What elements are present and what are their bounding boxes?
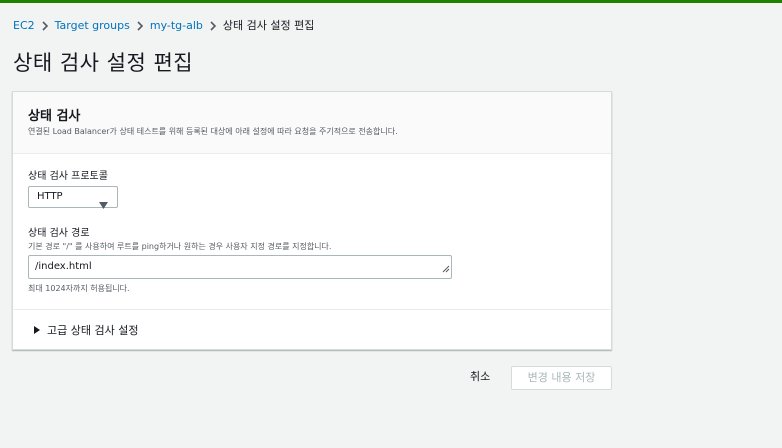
protocol-label: 상태 검사 프로토콜 [28, 171, 108, 182]
path-description: 기본 경로 "/" 를 사용하여 루트를 ping하거나 원하는 경우 사용자 … [28, 242, 332, 251]
resize-grip-icon[interactable] [441, 258, 450, 277]
chevron-right-icon [130, 19, 150, 32]
save-changes-button[interactable]: 변경 내용 저장 [511, 366, 612, 390]
path-length-hint: 최대 1024자까지 허용됩니다. [28, 284, 130, 293]
top-accent-bar [0, 0, 782, 3]
page-title: 상태 검사 설정 편집 [13, 51, 194, 75]
breadcrumb: EC2 Target groups my-tg-alb 상태 검사 설정 편집 [13, 16, 314, 34]
panel-description: 연결된 Load Balancer가 상태 테스트를 위해 등록된 대상에 아래… [28, 127, 398, 136]
breadcrumb-target-group[interactable]: my-tg-alb [150, 19, 203, 32]
panel-title: 상태 검사 [28, 109, 81, 124]
caret-right-icon [34, 326, 40, 334]
caret-down-icon [99, 194, 108, 213]
health-check-panel: 상태 검사 연결된 Load Balancer가 상태 테스트를 위해 등록된 … [12, 91, 612, 350]
chevron-right-icon [203, 19, 223, 32]
advanced-settings-toggle[interactable]: 고급 상태 검사 설정 [34, 322, 138, 338]
breadcrumb-current: 상태 검사 설정 편집 [222, 19, 315, 32]
chevron-right-icon [35, 19, 55, 32]
health-check-path-input[interactable]: /index.html [28, 255, 452, 279]
path-label: 상태 검사 경로 [28, 228, 90, 239]
breadcrumb-target-groups[interactable]: Target groups [55, 19, 130, 32]
divider [13, 309, 611, 310]
panel-header: 상태 검사 연결된 Load Balancer가 상태 테스트를 위해 등록된 … [13, 92, 611, 154]
cancel-button[interactable]: 취소 [470, 368, 490, 386]
breadcrumb-ec2[interactable]: EC2 [13, 19, 35, 32]
path-input-value: /index.html [35, 261, 92, 272]
protocol-select[interactable]: HTTP [28, 186, 118, 209]
protocol-select-value: HTTP [37, 191, 63, 202]
advanced-settings-label: 고급 상태 검사 설정 [47, 324, 139, 337]
